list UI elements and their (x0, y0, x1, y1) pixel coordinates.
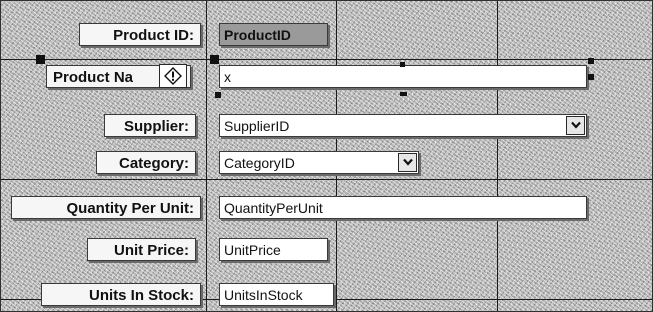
quantity-per-unit-field[interactable]: QuantityPerUnit (219, 196, 587, 219)
category-label[interactable]: Category: (96, 151, 196, 174)
resize-handle[interactable] (400, 92, 407, 96)
units-in-stock-label[interactable]: Units In Stock: (41, 283, 201, 306)
supplier-combo[interactable]: SupplierID (219, 114, 587, 137)
move-handle[interactable] (210, 55, 219, 64)
product-id-label[interactable]: Product ID: (79, 23, 201, 46)
form-design-canvas: Product ID: ProductID Product Na x Suppl… (0, 0, 653, 312)
supplier-dropdown-button[interactable] (566, 116, 585, 135)
error-warning-icon[interactable] (159, 64, 187, 88)
units-in-stock-field[interactable]: UnitsInStock (219, 283, 334, 306)
grid-line (1, 179, 652, 180)
category-combo-value: CategoryID (224, 155, 295, 171)
chevron-down-icon (570, 121, 581, 129)
category-dropdown-button[interactable] (398, 153, 417, 172)
grid-line (206, 1, 207, 311)
unit-price-label[interactable]: Unit Price: (87, 238, 196, 261)
category-combo[interactable]: CategoryID (219, 151, 419, 174)
grid-line (1, 59, 652, 60)
product-name-field[interactable]: x (219, 65, 587, 88)
chevron-down-icon (402, 158, 413, 166)
resize-handle[interactable] (215, 92, 221, 98)
product-id-field[interactable]: ProductID (219, 23, 328, 46)
supplier-label[interactable]: Supplier: (104, 114, 196, 137)
resize-handle[interactable] (588, 74, 594, 80)
supplier-combo-value: SupplierID (224, 118, 290, 134)
unit-price-field[interactable]: UnitPrice (219, 238, 328, 261)
move-handle[interactable] (36, 55, 45, 64)
quantity-per-unit-label[interactable]: Quantity Per Unit: (11, 196, 201, 219)
grid-line (497, 1, 498, 311)
resize-handle[interactable] (400, 62, 405, 67)
resize-handle[interactable] (588, 58, 594, 64)
